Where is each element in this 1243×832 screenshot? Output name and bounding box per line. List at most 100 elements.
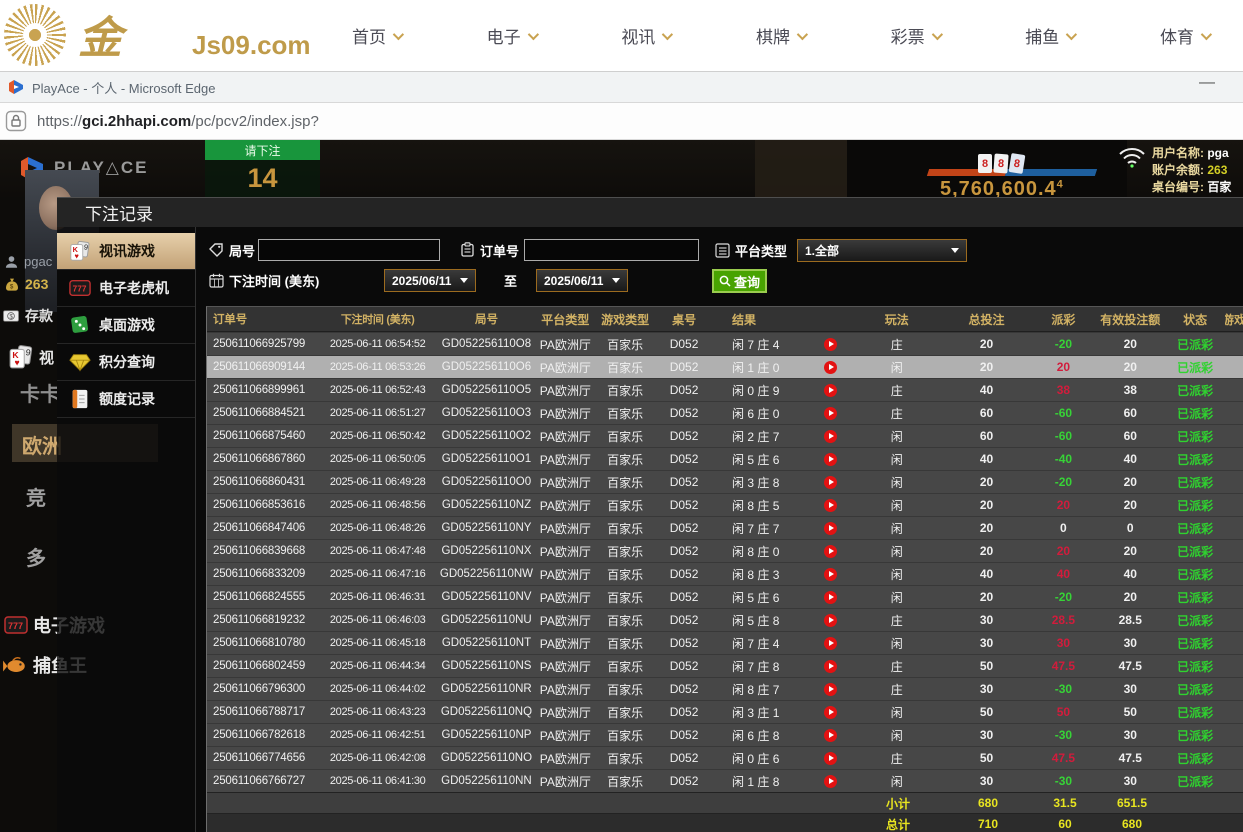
cell-round: GD052256110O6: [437, 356, 537, 378]
cell-table-no: D052: [656, 517, 712, 539]
lock-icon[interactable]: [5, 110, 27, 132]
table-row[interactable]: 2506110667963002025-06-11 06:44:02GD0522…: [207, 677, 1243, 700]
cell-round: GD052256110O0: [437, 471, 537, 493]
cell-total-bet: 40: [942, 563, 1032, 585]
replay-play-icon[interactable]: [824, 361, 837, 374]
query-button[interactable]: 查询: [712, 269, 767, 293]
column-header: 游戏类型: [594, 307, 656, 331]
replay-play-icon[interactable]: [824, 545, 837, 558]
cell-payout: -30: [1031, 724, 1095, 746]
table-row[interactable]: 2506110668845212025-06-11 06:51:27GD0522…: [207, 401, 1243, 424]
lobby-item-8[interactable]: 多: [26, 542, 46, 571]
table-row[interactable]: 2506110668474062025-06-11 06:48:26GD0522…: [207, 516, 1243, 539]
cell-valid-bet: 30: [1095, 724, 1165, 746]
minimize-button[interactable]: —: [1199, 74, 1215, 92]
cell-game-type: 百家乐: [594, 517, 656, 539]
replay-play-icon[interactable]: [824, 384, 837, 397]
cell-game-type: 百家乐: [594, 747, 656, 769]
tab-4[interactable]: 积分查询: [57, 344, 195, 381]
replay-play-icon[interactable]: [824, 729, 837, 742]
cell-payout: -20: [1031, 333, 1095, 355]
replay-play-icon[interactable]: [824, 499, 837, 512]
replay-play-icon[interactable]: [824, 476, 837, 489]
cell-total-bet: 20: [942, 356, 1032, 378]
table-row[interactable]: 2506110669257992025-06-11 06:54:52GD0522…: [207, 332, 1243, 355]
replay-play-icon[interactable]: [824, 568, 837, 581]
cell-result: 闲 6 庄 8: [712, 724, 852, 746]
lobby-item-6[interactable]: 欧洲: [22, 430, 62, 459]
tab-5[interactable]: 额度记录: [57, 381, 195, 418]
cell-payout: 20: [1031, 540, 1095, 562]
lobby-item-4[interactable]: 9K♥视: [8, 344, 54, 370]
replay-play-icon[interactable]: [824, 407, 837, 420]
lobby-user-icon: [4, 254, 19, 269]
replay-play-icon[interactable]: [824, 338, 837, 351]
table-row[interactable]: 2506110667887172025-06-11 06:43:23GD0522…: [207, 700, 1243, 723]
replay-play-icon[interactable]: [824, 660, 837, 673]
cell-status: 已派彩: [1165, 701, 1225, 723]
nav-item-6[interactable]: 捕鱼: [1025, 23, 1074, 48]
table-row[interactable]: 2506110668536162025-06-11 06:48:56GD0522…: [207, 493, 1243, 516]
order-input[interactable]: [524, 239, 699, 261]
table-row[interactable]: 2506110668332092025-06-11 06:47:16GD0522…: [207, 562, 1243, 585]
table-row[interactable]: 2506110668192322025-06-11 06:46:03GD0522…: [207, 608, 1243, 631]
address-bar[interactable]: https://gci.2hhapi.com/pc/pcv2/index.jsp…: [0, 103, 1243, 139]
replay-play-icon[interactable]: [824, 706, 837, 719]
lobby-item-1[interactable]: pgac: [4, 254, 52, 269]
nav-item-4[interactable]: 棋牌: [756, 23, 805, 48]
replay-play-icon[interactable]: [824, 591, 837, 604]
table-row[interactable]: 2506110668245552025-06-11 06:46:31GD0522…: [207, 585, 1243, 608]
tab-1[interactable]: 9K♥视讯游戏: [57, 233, 195, 270]
replay-play-icon[interactable]: [824, 430, 837, 443]
table-row[interactable]: 2506110668604312025-06-11 06:49:28GD0522…: [207, 470, 1243, 493]
platform-select[interactable]: 1.全部: [797, 239, 967, 262]
nav-item-2[interactable]: 电子: [487, 23, 536, 48]
table-row[interactable]: 2506110668396682025-06-11 06:47:48GD0522…: [207, 539, 1243, 562]
result-text: 闲 7 庄 8: [732, 658, 824, 675]
cell-status: 已派彩: [1165, 724, 1225, 746]
cell-round: GD052256110NO: [437, 747, 537, 769]
tab-cards-icon: 9K♥: [69, 240, 91, 262]
cell-valid-bet: 30: [1095, 770, 1165, 792]
wifi-icon: [1118, 146, 1146, 168]
cell-table-no: D052: [656, 471, 712, 493]
date-to-select[interactable]: 2025/06/11: [536, 269, 628, 292]
lobby-item-7[interactable]: 竞: [26, 482, 46, 511]
cell-platform: PA欧洲厅: [536, 517, 594, 539]
replay-play-icon[interactable]: [824, 775, 837, 788]
cell-game-type: 百家乐: [594, 540, 656, 562]
nav-item-3[interactable]: 视讯: [621, 23, 670, 48]
table-row[interactable]: 2506110667746562025-06-11 06:42:08GD0522…: [207, 746, 1243, 769]
cell-round: GD052256110O1: [437, 448, 537, 470]
replay-play-icon[interactable]: [824, 522, 837, 535]
table-row[interactable]: 2506110668678602025-06-11 06:50:05GD0522…: [207, 447, 1243, 470]
nav-item-1[interactable]: 首页: [352, 23, 401, 48]
round-input[interactable]: [258, 239, 440, 261]
table-row[interactable]: 2506110668999612025-06-11 06:52:43GD0522…: [207, 378, 1243, 401]
table-row[interactable]: 2506110667826182025-06-11 06:42:51GD0522…: [207, 723, 1243, 746]
replay-play-icon[interactable]: [824, 637, 837, 650]
cell-table-no: D052: [656, 425, 712, 447]
replay-play-icon[interactable]: [824, 752, 837, 765]
replay-play-icon[interactable]: [824, 683, 837, 696]
lobby-item-5[interactable]: 卡卡: [20, 378, 60, 407]
replay-play-icon[interactable]: [824, 614, 837, 627]
nav-item-7[interactable]: 体育: [1160, 23, 1209, 48]
date-from-select[interactable]: 2025/06/11: [384, 269, 476, 292]
table-row[interactable]: 2506110669091442025-06-11 06:53:26GD0522…: [207, 355, 1243, 378]
cell-time: 2025-06-11 06:48:26: [319, 517, 437, 539]
table-row[interactable]: 2506110668754602025-06-11 06:50:42GD0522…: [207, 424, 1243, 447]
replay-play-icon[interactable]: [824, 453, 837, 466]
cell-round: GD052256110NN: [437, 770, 537, 792]
cell-order: 250611066782618: [207, 724, 319, 746]
tab-2[interactable]: 777电子老虎机: [57, 270, 195, 307]
table-row[interactable]: 2506110668107802025-06-11 06:45:18GD0522…: [207, 631, 1243, 654]
tab-3[interactable]: 桌面游戏: [57, 307, 195, 344]
cell-status: 已派彩: [1165, 609, 1225, 631]
table-row[interactable]: 2506110667667272025-06-11 06:41:30GD0522…: [207, 769, 1243, 792]
nav-item-5[interactable]: 彩票: [891, 23, 940, 48]
table-row[interactable]: 2506110668024592025-06-11 06:44:34GD0522…: [207, 654, 1243, 677]
lobby-item-3[interactable]: $存款: [2, 306, 53, 326]
main-nav: 首页 电子 视讯 棋牌 彩票 捕鱼 体育: [352, 0, 1209, 71]
lobby-item-2[interactable]: $263: [4, 276, 48, 292]
